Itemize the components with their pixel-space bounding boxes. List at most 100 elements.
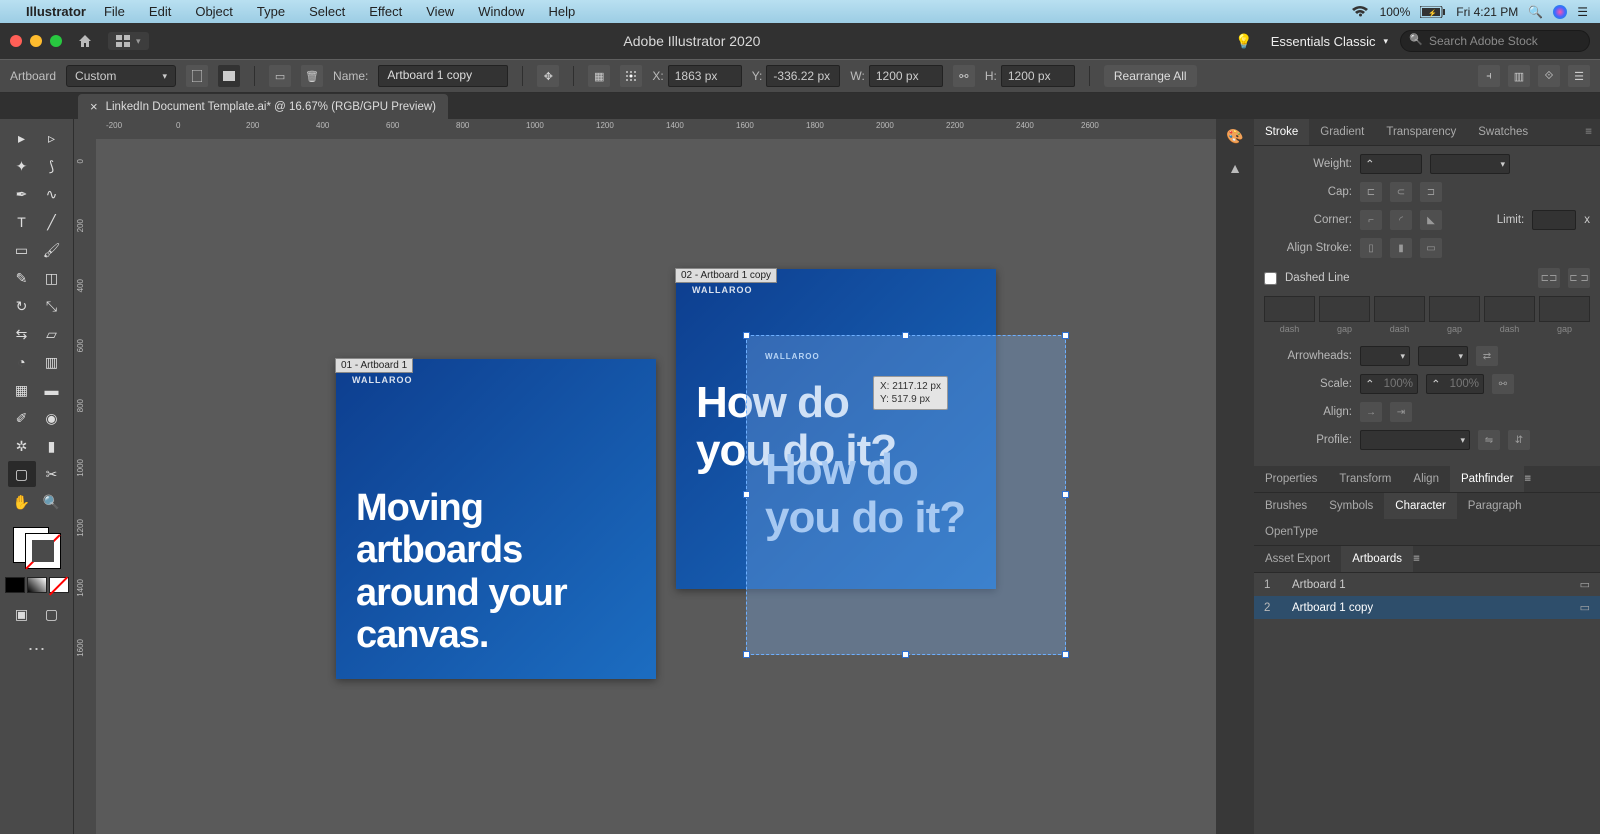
cap-round[interactable]: ⊂ — [1390, 182, 1412, 202]
artboard-1[interactable]: 01 - Artboard 1 WALLAROO Moving artboard… — [336, 359, 656, 679]
tab-brushes[interactable]: Brushes — [1254, 493, 1318, 519]
dash-1[interactable] — [1264, 296, 1315, 322]
artboard-options-button[interactable]: ▦ — [588, 65, 610, 87]
home-icon[interactable] — [76, 32, 94, 50]
siri-icon[interactable] — [1553, 5, 1567, 19]
width-tool[interactable]: ⇆ — [8, 321, 36, 347]
handle-l[interactable] — [743, 491, 750, 498]
corner-bevel[interactable]: ◣ — [1420, 210, 1442, 230]
handle-br[interactable] — [1062, 651, 1069, 658]
screen-mode-button[interactable]: ▣ — [8, 601, 36, 627]
line-tool[interactable]: ╱ — [38, 209, 66, 235]
panel-menu-icon[interactable]: ≡ — [1577, 126, 1600, 138]
artboard-list-row[interactable]: 2 Artboard 1 copy ▭ — [1254, 596, 1600, 619]
wifi-icon[interactable] — [1352, 6, 1368, 18]
new-artboard-button[interactable]: ▭ — [269, 65, 291, 87]
doc-setup-icon[interactable]: ▥ — [1508, 65, 1530, 87]
menu-view[interactable]: View — [426, 4, 454, 19]
menu-file[interactable]: File — [104, 4, 125, 19]
tab-properties[interactable]: Properties — [1254, 466, 1328, 492]
align-inside[interactable]: ▮ — [1390, 238, 1412, 258]
rearrange-all-button[interactable]: Rearrange All — [1104, 65, 1197, 87]
close-tab-icon[interactable]: × — [90, 99, 98, 114]
weight-dropdown[interactable]: ▾ — [1430, 154, 1510, 174]
corner-round[interactable]: ◜ — [1390, 210, 1412, 230]
gradient-mode-button[interactable] — [27, 577, 47, 593]
artboard-options-icon[interactable]: ▭ — [1580, 601, 1590, 614]
pen-tool[interactable]: ✒ — [8, 181, 36, 207]
arrow-start[interactable]: ▾ — [1360, 346, 1410, 366]
tab-paragraph[interactable]: Paragraph — [1457, 493, 1533, 519]
minimize-window-button[interactable] — [30, 35, 42, 47]
eyedropper-tool[interactable]: ✐ — [8, 405, 36, 431]
rectangle-tool[interactable]: ▭ — [8, 237, 36, 263]
arrange-documents-dropdown[interactable]: ▾ — [108, 32, 149, 50]
tab-opentype[interactable]: OpenType — [1254, 519, 1329, 545]
tab-stroke[interactable]: Stroke — [1254, 119, 1309, 145]
libraries-panel-icon[interactable]: ▲ — [1224, 157, 1246, 179]
handle-tr[interactable] — [1062, 332, 1069, 339]
tab-transform[interactable]: Transform — [1328, 466, 1402, 492]
tab-asset-export[interactable]: Asset Export — [1254, 546, 1341, 572]
gap-3[interactable] — [1539, 296, 1590, 322]
orientation-portrait-button[interactable] — [186, 65, 208, 87]
move-with-artboard-button[interactable]: ✥ — [537, 65, 559, 87]
align-icon[interactable]: ⫞ — [1478, 65, 1500, 87]
gap-2[interactable] — [1429, 296, 1480, 322]
shaper-tool[interactable]: ✎ — [8, 265, 36, 291]
menu-type[interactable]: Type — [257, 4, 285, 19]
tab-character[interactable]: Character — [1384, 493, 1457, 519]
panel-menu-icon[interactable]: ≡ — [1524, 473, 1531, 485]
perspective-tool[interactable]: ▥ — [38, 349, 66, 375]
direct-selection-tool[interactable]: ▹ — [38, 125, 66, 151]
spotlight-icon[interactable]: 🔍 — [1528, 5, 1543, 19]
discover-icon[interactable]: 💡 — [1235, 33, 1252, 50]
workspace-switcher[interactable]: Essentials Classic ▾ — [1271, 34, 1388, 49]
color-mode-button[interactable] — [5, 577, 25, 593]
zoom-tool[interactable]: 🔍 — [38, 489, 66, 515]
tab-artboards[interactable]: Artboards — [1341, 546, 1413, 572]
flip-a[interactable]: ⇋ — [1478, 430, 1500, 450]
stock-search-input[interactable]: Search Adobe Stock — [1400, 30, 1590, 52]
menu-help[interactable]: Help — [548, 4, 575, 19]
close-window-button[interactable] — [10, 35, 22, 47]
control-center-icon[interactable]: ☰ — [1577, 5, 1588, 19]
type-tool[interactable]: T — [8, 209, 36, 235]
symbol-sprayer-tool[interactable]: ✲ — [8, 433, 36, 459]
selection-tool[interactable]: ▸ — [8, 125, 36, 151]
tab-transparency[interactable]: Transparency — [1375, 119, 1467, 145]
panel-menu-icon[interactable]: ☰ — [1568, 65, 1590, 87]
fullscreen-window-button[interactable] — [50, 35, 62, 47]
curvature-tool[interactable]: ∿ — [38, 181, 66, 207]
handle-bl[interactable] — [743, 651, 750, 658]
flip-b[interactable]: ⇵ — [1508, 430, 1530, 450]
dash-align[interactable]: ⊏ ⊐ — [1568, 268, 1590, 288]
free-transform-tool[interactable]: ▱ — [38, 321, 66, 347]
align-outside[interactable]: ▭ — [1420, 238, 1442, 258]
canvas[interactable]: 01 - Artboard 1 WALLAROO Moving artboard… — [96, 139, 1216, 834]
artboard-options-icon[interactable]: ▭ — [1580, 578, 1590, 591]
handle-r[interactable] — [1062, 491, 1069, 498]
rotate-tool[interactable]: ↻ — [8, 293, 36, 319]
menu-window[interactable]: Window — [478, 4, 524, 19]
tab-symbols[interactable]: Symbols — [1318, 493, 1384, 519]
dash-preserve[interactable]: ⊏⊐ — [1538, 268, 1560, 288]
dashed-line-checkbox[interactable] — [1264, 272, 1277, 285]
corner-miter[interactable]: ⌐ — [1360, 210, 1382, 230]
magic-wand-tool[interactable]: ✦ — [8, 153, 36, 179]
menu-effect[interactable]: Effect — [369, 4, 402, 19]
handle-tl[interactable] — [743, 332, 750, 339]
w-input[interactable]: 1200 px — [869, 65, 943, 87]
lasso-tool[interactable]: ⟆ — [38, 153, 66, 179]
menu-object[interactable]: Object — [195, 4, 233, 19]
dash-2[interactable] — [1374, 296, 1425, 322]
scale-tool[interactable]: ⤡ — [38, 293, 66, 319]
scale-start[interactable]: ⌃100% — [1360, 374, 1418, 394]
clock[interactable]: Fri 4:21 PM — [1456, 5, 1518, 19]
gradient-tool[interactable]: ▬ — [38, 377, 66, 403]
document-tab[interactable]: × LinkedIn Document Template.ai* @ 16.67… — [78, 94, 448, 119]
edit-toolbar-button[interactable]: ⋯ — [28, 639, 46, 660]
swap-arrows[interactable]: ⇄ — [1476, 346, 1498, 366]
mesh-tool[interactable]: ▦ — [8, 377, 36, 403]
blend-tool[interactable]: ◉ — [38, 405, 66, 431]
